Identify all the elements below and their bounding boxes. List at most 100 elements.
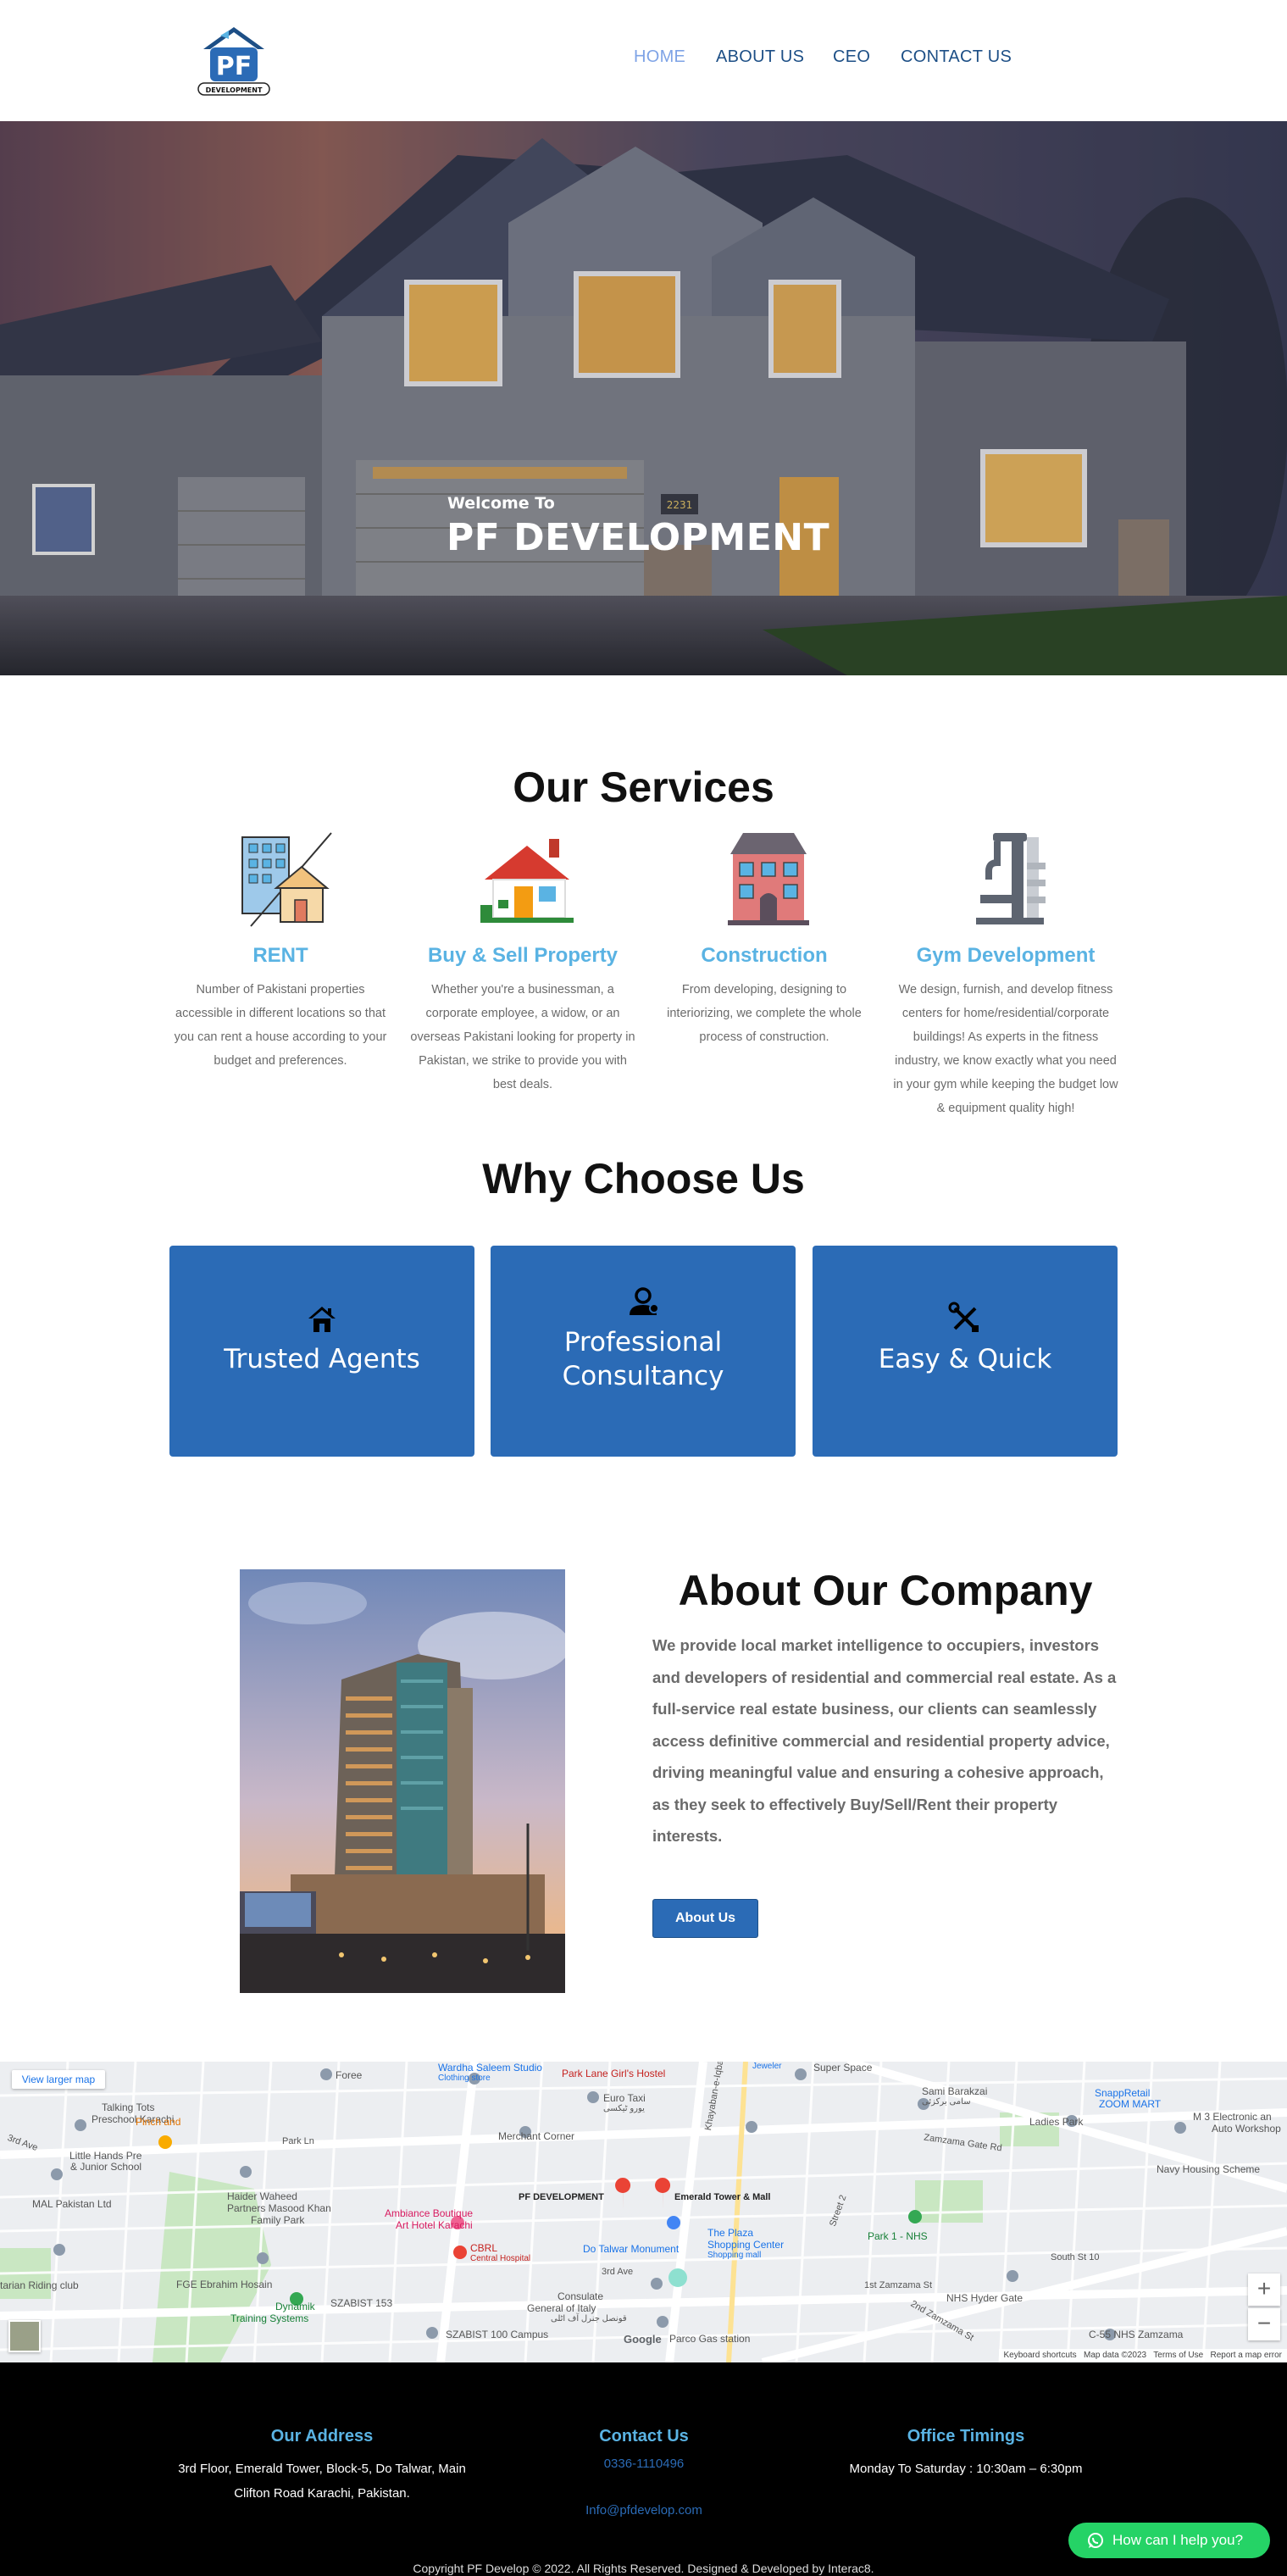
map-label: Wardha Saleem Studio (438, 2062, 542, 2074)
map-label: Training Systems (230, 2312, 309, 2324)
service-title-construction: Construction (701, 944, 828, 967)
map-label: سامی برکزئی (922, 2097, 971, 2107)
house-for-sale-icon (480, 839, 574, 923)
tools-icon (948, 1302, 979, 1332)
service-text-buy-sell: Whether you're a businessman, a corporat… (410, 983, 635, 1091)
embedded-google-map[interactable]: View larger map Wardha Saleem Studio Clo… (0, 2062, 1287, 2362)
whatsapp-chat-button[interactable]: How can I help you? (1068, 2523, 1270, 2558)
card-label-easy-quick: Easy & Quick (878, 1344, 1052, 1374)
map-label: 3rd Ave (602, 2267, 634, 2277)
satellite-layer-toggle[interactable] (8, 2320, 41, 2352)
service-text-rent: Number of Pakistani properties accessibl… (174, 983, 387, 1068)
card-label-consultancy: Consultancy (562, 1361, 724, 1391)
about-title: About Our Company (678, 1567, 1093, 1614)
nav-contact-us[interactable]: CONTACT US (901, 47, 1012, 67)
map-label: NHS Hyder Gate (946, 2292, 1023, 2304)
footer-address: Our Address 3rd Floor, Emerald Tower, Bl… (169, 2427, 474, 2506)
nav-about-us[interactable]: ABOUT US (716, 47, 804, 67)
address-title: Our Address (270, 2427, 374, 2446)
map-footer-links: Keyboard shortcuts Map data ©2023 Terms … (998, 2349, 1287, 2362)
map-label: Auto Workshop (1212, 2123, 1281, 2135)
map-label: Consulate (558, 2290, 604, 2302)
address-line-1: 3rd Floor, Emerald Tower, Block-5, Do Ta… (178, 2462, 466, 2476)
card-easy-quick[interactable]: Easy & Quick (813, 1246, 1118, 1457)
terms-link[interactable]: Terms of Use (1153, 2351, 1203, 2360)
map-label: Haider Waheed (227, 2190, 297, 2202)
map-label: قونصل جنرل آف اٹلی (551, 2314, 627, 2323)
map-label: Navy Housing Scheme (1157, 2163, 1261, 2175)
zoom-out-button[interactable]: − (1248, 2308, 1280, 2340)
map-label: Ambiance Boutique (385, 2207, 474, 2219)
nav-home[interactable]: HOME (634, 47, 685, 67)
footer-timings: Office Timings Monday To Saturday : 10:3… (813, 2427, 1118, 2481)
map-label: CBRL (470, 2242, 498, 2254)
map-label: Parco Gas station (669, 2333, 751, 2345)
contact-title: Contact Us (599, 2427, 689, 2446)
hero-welcome-text: Welcome To (447, 494, 555, 513)
map-label-pf-development: PF DEVELOPMENT (519, 2192, 604, 2202)
map-label: The Plaza (707, 2227, 754, 2239)
phone-link[interactable]: 0336-1110496 (517, 2457, 771, 2471)
map-label: 1st Zamzama St (864, 2280, 933, 2290)
service-title-gym: Gym Development (916, 944, 1096, 967)
map-label: Shopping mall (707, 2251, 762, 2260)
map-label: SnappRetail (1095, 2087, 1151, 2099)
about-us-button[interactable]: About Us (652, 1899, 758, 1938)
map-label: MAL Pakistan Ltd (32, 2198, 112, 2210)
hero-title: PF DEVELOPMENT (447, 516, 830, 559)
card-trusted-agents[interactable]: Trusted Agents (169, 1246, 474, 1457)
map-label: SZABIST 153 (330, 2297, 393, 2309)
zoom-in-button[interactable]: + (1248, 2273, 1280, 2306)
keyboard-shortcuts-link[interactable]: Keyboard shortcuts (1004, 2351, 1077, 2360)
map-label: Clothing store (438, 2074, 491, 2083)
map-label: Jeweler (752, 2062, 782, 2071)
map-label: General of Italy (527, 2302, 596, 2314)
map-label: FGE Ebrahim Hosain (176, 2279, 273, 2290)
map-label: Partners Masood Khan (227, 2202, 331, 2214)
map-label: Euro Taxi (603, 2092, 646, 2104)
about-building-image (240, 1569, 565, 1993)
main-nav: HOME ABOUT US CEO CONTACT US (0, 47, 1287, 73)
map-label: Family Park (251, 2214, 305, 2226)
map-label: Do Talwar Monument (583, 2243, 680, 2255)
user-consultant-icon (630, 1287, 659, 1315)
map-label: South St 10 (1051, 2252, 1100, 2262)
card-label-trusted-agents: Trusted Agents (224, 1344, 420, 1374)
map-label: Park Lane Girl's Hostel (562, 2068, 666, 2079)
map-label: SZABIST 100 Campus (446, 2329, 549, 2340)
map-label: Little Hands Pre (69, 2150, 142, 2162)
map-label: C-55 NHS Zamzama (1089, 2329, 1184, 2340)
map-label: Park 1 - NHS (868, 2230, 928, 2242)
map-label: Sami Barakzai (922, 2085, 988, 2097)
map-label: & Junior School (70, 2161, 142, 2173)
map-label: Super Space (813, 2062, 873, 2074)
map-label: Dynamik (275, 2301, 315, 2312)
service-title-buy-sell: Buy & Sell Property (427, 944, 619, 967)
house-icon (308, 1307, 336, 1332)
map-label: ZOOM MART (1099, 2098, 1162, 2110)
map-label: M 3 Electronic an (1193, 2111, 1272, 2123)
timings-title: Office Timings (907, 2427, 1025, 2446)
card-professional-consultancy[interactable]: Professional Consultancy (491, 1246, 796, 1457)
timings-text: Monday To Saturday : 10:30am – 6:30pm (849, 2462, 1083, 2476)
hero-house-image: 2231 (0, 121, 1287, 675)
map-label: Foree (336, 2069, 363, 2081)
map-data-text: Map data ©2023 (1084, 2351, 1147, 2360)
whatsapp-icon (1088, 2533, 1103, 2548)
site-header: PF DEVELOPMENT HOME ABOUT US CEO CONTACT… (0, 0, 1287, 121)
map-label: Ladies Park (1029, 2116, 1084, 2128)
email-link[interactable]: Info@pfdevelop.com (517, 2503, 771, 2518)
nav-ceo[interactable]: CEO (833, 47, 870, 67)
view-larger-map-link[interactable]: View larger map (12, 2070, 105, 2089)
construction-building-icon (728, 833, 809, 925)
map-label: Talking Tots (102, 2101, 155, 2113)
map-label: Pinch and (136, 2116, 181, 2128)
map-label: tarian Riding club (0, 2279, 79, 2291)
map-label: Park Ln (282, 2136, 314, 2146)
why-choose-title: Why Choose Us (482, 1155, 805, 1202)
address-line-2: Clifton Road Karachi, Pakistan. (234, 2486, 410, 2501)
services-title: Our Services (513, 763, 774, 811)
google-logo: Google (624, 2333, 662, 2346)
service-text-construction: From developing, designing to interioriz… (667, 983, 862, 1044)
report-map-error-link[interactable]: Report a map error (1211, 2351, 1282, 2360)
